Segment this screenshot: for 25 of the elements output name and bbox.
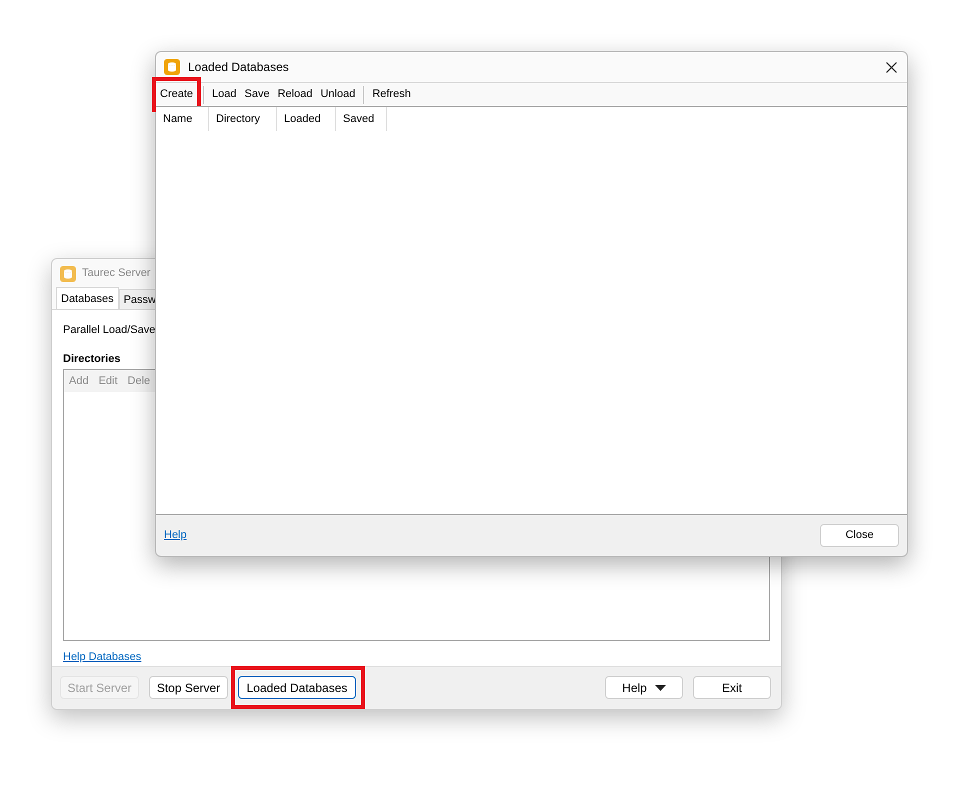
window-title: Loaded Databases	[188, 59, 289, 76]
help-link[interactable]: Help	[164, 527, 187, 544]
section-title: Directories	[63, 352, 122, 367]
tab[interactable]: Databases	[56, 287, 119, 310]
push-button[interactable]: Stop Server	[149, 676, 228, 700]
database-icon	[60, 266, 76, 282]
toolbar-button[interactable]: Reload	[274, 86, 316, 103]
toolbar-button[interactable]: Refresh	[368, 86, 415, 103]
option-label: Parallel Load/Save	[63, 323, 156, 338]
window-title: Taurec Server	[82, 266, 150, 282]
toolbar-button[interactable]: Save	[240, 86, 274, 103]
push-button[interactable]: Loaded Databases	[238, 676, 356, 700]
help-link[interactable]: Help Databases	[63, 649, 142, 666]
close-icon[interactable]	[886, 62, 897, 72]
toolbar-button[interactable]: Unload	[316, 86, 360, 103]
column-header[interactable]: Saved	[336, 107, 387, 131]
column-header[interactable]: Directory	[209, 107, 277, 131]
close-button[interactable]: Close	[820, 524, 899, 547]
dropdown-button[interactable]: Help	[605, 676, 683, 700]
push-button[interactable]: Exit	[693, 676, 771, 700]
caret-icon	[654, 684, 666, 691]
column-header[interactable]: Name	[156, 107, 209, 131]
column-header[interactable]: Loaded	[277, 107, 336, 131]
database-icon	[164, 59, 180, 75]
toolbar-button[interactable]: Load	[208, 86, 241, 103]
